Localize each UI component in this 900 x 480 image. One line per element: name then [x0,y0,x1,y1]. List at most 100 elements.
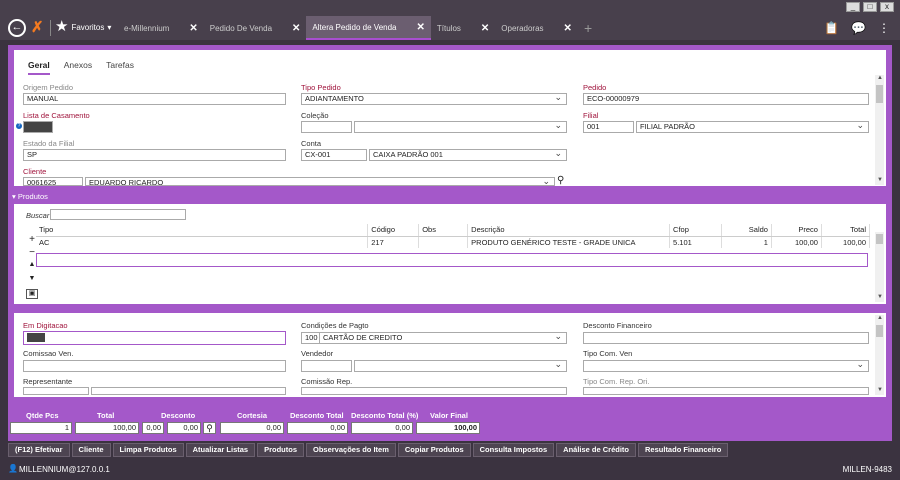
colecao-select[interactable] [354,121,567,133]
scroll-thumb[interactable] [876,234,883,244]
scroll-down-icon[interactable]: ▼ [877,177,883,183]
cell-descricao[interactable]: PRODUTO GENÉRICO TESTE - GRADE UNICA [467,236,671,248]
tab-titulos[interactable]: Títulos ✕ [431,16,495,40]
close-button[interactable]: x [880,2,894,12]
vertical-scrollbar[interactable]: ▲ ▼ [875,75,884,185]
tipo-com-ven-select[interactable] [583,360,869,372]
subtab-tarefas[interactable]: Tarefas [106,60,134,75]
maximize-button[interactable]: □ [863,2,877,12]
colecao-code-field[interactable] [301,121,352,133]
lista-casamento-field[interactable] [23,121,53,133]
scroll-thumb[interactable] [876,85,883,103]
comissao-ven-field[interactable] [23,360,286,372]
grid-settings-icon[interactable]: ▣ [26,289,38,299]
cell-tipo[interactable]: AC [36,236,369,248]
scroll-thumb[interactable] [876,325,883,337]
tab-operadoras[interactable]: Operadoras ✕ [495,16,578,40]
cliente-select[interactable]: EDUARDO RICARDO [85,177,555,186]
produtos-button[interactable]: Produtos [257,443,304,457]
move-down-icon[interactable]: ▼ [26,275,38,282]
estado-filial-field[interactable]: SP [23,149,286,161]
desconto-financeiro-field[interactable] [583,332,869,344]
scroll-down-icon[interactable]: ▼ [877,387,883,393]
cliente-button[interactable]: Cliente [71,443,111,457]
col-codigo[interactable]: Código [367,224,420,237]
cliente-code-field[interactable]: 0061625 [23,177,83,186]
copiar-produtos-button[interactable]: Copiar Produtos [397,443,471,457]
col-preco[interactable]: Preco [771,224,822,237]
clipboard-icon[interactable]: 📋 [824,21,839,35]
minimize-button[interactable]: _ [846,2,860,12]
scroll-up-icon[interactable]: ▲ [877,75,883,81]
cell-cfop[interactable]: 5.101 [669,236,722,248]
vendedor-code-field[interactable] [301,360,352,372]
analise-credito-button[interactable]: Análise de Crédito [556,443,637,457]
col-obs[interactable]: Obs [418,224,469,237]
buscar-input[interactable] [50,209,186,220]
close-icon[interactable]: ✕ [292,23,300,34]
subtab-geral[interactable]: Geral [28,60,50,75]
payment-scrollbar[interactable]: ▲ ▼ [875,315,884,395]
atualizar-listas-button[interactable]: Atualizar Listas [185,443,256,457]
chevron-down-icon: ▾ [107,22,112,32]
origem-pedido-field[interactable]: MANUAL [23,93,286,105]
conta-code-field[interactable]: CX-001 [301,149,367,161]
search-icon[interactable]: ⚲ [557,175,564,186]
desconto-value-b[interactable]: 0,00 [167,422,201,434]
tab-e-millennium[interactable]: e-Millennium ✕ [118,16,204,40]
close-icon[interactable]: ✕ [189,23,197,34]
condicoes-select[interactable]: CARTÃO DE CREDITO [320,332,567,344]
table-row[interactable]: AC 217 PRODUTO GENÉRICO TESTE - GRADE UN… [36,236,871,248]
limpa-produtos-button[interactable]: Limpa Produtos [112,443,184,457]
representante-code-field[interactable] [23,387,89,395]
col-descricao[interactable]: Descrição [467,224,671,237]
col-tipo[interactable]: Tipo [36,224,369,237]
grid-scrollbar[interactable]: ▼ [875,232,884,302]
cell-saldo[interactable]: 1 [721,236,772,248]
em-digitacao-field[interactable] [23,331,286,345]
remove-row-icon[interactable]: − [26,247,38,258]
consulta-impostos-button[interactable]: Consulta Impostos [472,443,555,457]
resultado-financeiro-button[interactable]: Resultado Financeiro [638,443,729,457]
add-row-icon[interactable]: + [26,234,38,245]
desconto-value-a[interactable]: 0,00 [142,422,164,434]
subtab-anexos[interactable]: Anexos [64,60,92,75]
tipo-com-rep-select[interactable] [583,387,869,395]
pedido-field[interactable]: ECO-00000979 [583,93,869,105]
cell-total[interactable]: 100,00 [821,236,871,248]
condicoes-code-field[interactable]: 100 [301,332,320,344]
tipo-pedido-select[interactable]: ADIANTAMENTO [301,93,567,105]
qtde-label: Qtde Pcs [26,411,59,420]
add-tab-icon[interactable]: + [578,16,598,40]
favorites-menu[interactable]: ★ Favoritos ▾ [55,19,112,34]
col-total[interactable]: Total [821,224,871,237]
close-icon[interactable]: ✕ [417,22,425,33]
tab-altera-pedido-de-venda[interactable]: Altera Pedido de Venda ✕ [306,16,431,40]
cell-preco[interactable]: 100,00 [771,236,822,248]
move-up-icon[interactable]: ▲ [26,261,38,268]
search-icon[interactable]: ⚲ [203,422,216,434]
produtos-section-header[interactable]: ▾ Produtos [8,191,892,202]
close-icon[interactable]: ✕ [481,23,489,34]
chat-icon[interactable]: 💬 [851,21,866,35]
efetivar-button[interactable]: (F12) Efetivar [8,443,70,457]
observacoes-item-button[interactable]: Observações do Item [306,443,396,457]
more-vertical-icon[interactable]: ⋮ [878,21,890,35]
col-saldo[interactable]: Saldo [721,224,772,237]
close-icon[interactable]: ✕ [564,23,572,34]
back-arrow-icon[interactable]: ← [8,19,26,37]
tab-pedido-de-venda[interactable]: Pedido De Venda ✕ [204,16,307,40]
filial-code-field[interactable]: 001 [583,121,634,133]
help-icon[interactable]: ? [16,123,22,129]
new-row-editor[interactable] [36,253,868,267]
cell-obs[interactable] [418,236,469,248]
filial-select[interactable]: FILIAL PADRÃO [636,121,869,133]
conta-select[interactable]: CAIXA PADRÃO 001 [369,149,567,161]
representante-name-field[interactable] [91,387,286,395]
col-cfop[interactable]: Cfop [669,224,722,237]
scroll-up-icon[interactable]: ▲ [877,315,883,321]
cell-codigo[interactable]: 217 [367,236,420,248]
vendedor-select[interactable] [354,360,567,372]
scroll-down-icon[interactable]: ▼ [877,294,883,300]
comissao-rep-field[interactable] [301,387,567,395]
